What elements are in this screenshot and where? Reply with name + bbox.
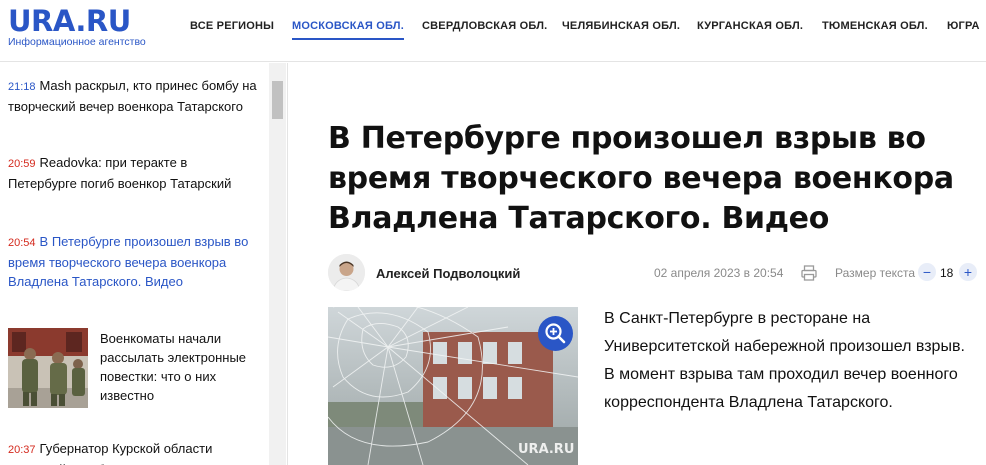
nav-kurgan-region[interactable]: КУРГАНСКАЯ ОБЛ. [697,20,803,32]
author-name[interactable]: Алексей Подволоцкий [376,266,520,281]
publish-date: 02 апреля 2023 в 20:54 [654,266,784,280]
logo-text: URA.RU [8,4,131,38]
site-header: URA.RU Информационное агентство ВСЕ РЕГИ… [0,0,986,62]
author-avatar[interactable] [328,254,365,291]
news-feed-sidebar: 21:18 Mash раскрыл, кто принес бомбу на т… [0,63,288,465]
news-photo-image [8,328,88,408]
news-item[interactable]: 20:59 Readovka: при теракте в Петербурге … [8,153,258,193]
news-headline[interactable]: Readovka: при теракте в Петербурге погиб… [8,155,231,191]
nav-chelyabinsk-region[interactable]: ЧЕЛЯБИНСКАЯ ОБЛ. [562,20,680,32]
nav-yugra[interactable]: ЮГРА [947,20,980,32]
nav-tyumen-region[interactable]: ТЮМЕНСКАЯ ОБЛ. [822,20,928,32]
avatar-image [328,254,365,291]
text-size-increase-button[interactable]: + [959,263,977,281]
text-size-value: 18 [940,266,954,280]
print-button[interactable] [800,264,818,282]
news-headline[interactable]: Военкоматы начали рассылать электронные … [100,329,260,405]
sidebar-scrollbar[interactable] [269,63,286,465]
news-headline[interactable]: Губернатор Курской области Старовойт поо… [8,441,212,465]
zoom-in-icon [545,323,566,344]
news-time: 20:54 [8,237,36,249]
article-title: В Петербурге произошел взрыв во время тв… [328,121,954,236]
article-image[interactable]: URA.RU [328,307,578,465]
news-item[interactable]: 21:18 Mash раскрыл, кто принес бомбу на т… [8,76,258,116]
news-time: 20:59 [8,158,36,170]
logo-subtitle: Информационное агентство [8,36,146,48]
zoom-button[interactable] [538,316,573,351]
nav-all-regions[interactable]: ВСЕ РЕГИОНЫ [190,20,274,32]
image-watermark: URA.RU [518,442,574,457]
news-headline[interactable]: В Петербурге произошел взрыв во время тв… [8,234,248,289]
page: URA.RU Информационное агентство ВСЕ РЕГИ… [0,0,986,465]
news-time: 20:37 [8,444,36,456]
news-photo[interactable] [8,328,88,408]
text-size-label: Размер текста [835,266,916,280]
print-icon [801,265,817,281]
news-headline[interactable]: Mash раскрыл, кто принес бомбу на творче… [8,78,257,114]
nav-moscow-region[interactable]: МОСКОВСКАЯ ОБЛ. [292,20,404,40]
site-logo[interactable]: URA.RU Информационное агентство [8,5,146,48]
nav-sverdlovsk-region[interactable]: СВЕРДЛОВСКАЯ ОБЛ. [422,20,547,32]
news-item-current[interactable]: 20:54 В Петербурге произошел взрыв во вре… [8,232,258,291]
news-item[interactable]: 20:37Губернатор Курской области Старовой… [8,439,258,465]
text-size-decrease-button[interactable]: − [918,263,936,281]
article-lead: В Санкт-Петербурге в ресторане на Универ… [604,310,965,411]
news-time: 21:18 [8,81,36,93]
article-meta: Алексей Подволоцкий 02 апреля 2023 в 20:… [328,254,978,292]
scrollbar-thumb[interactable] [272,81,283,119]
article-main: В Петербурге произошел взрыв во время тв… [288,63,986,465]
